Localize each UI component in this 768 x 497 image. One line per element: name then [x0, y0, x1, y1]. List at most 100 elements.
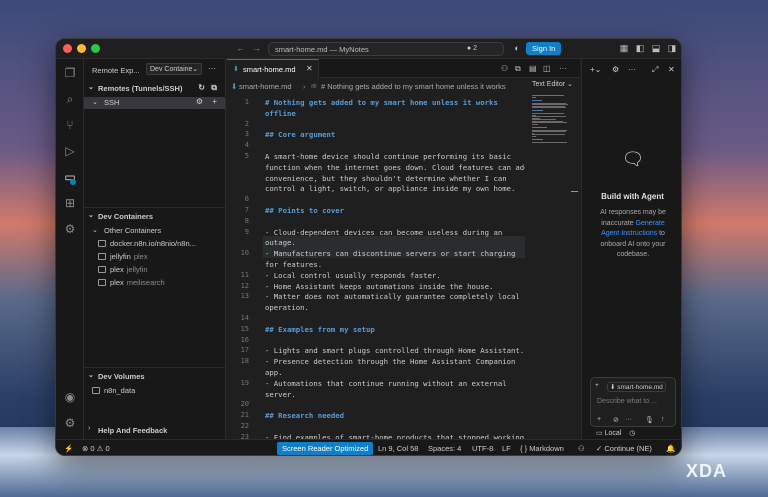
tools-icon[interactable]: ⊘: [613, 416, 619, 424]
code-line[interactable]: function when the internet goes down. Cl…: [265, 163, 525, 172]
container-item[interactable]: plex jellyfin: [84, 264, 225, 276]
toggle-view-icon[interactable]: ▤: [529, 64, 537, 73]
container-item[interactable]: docker.n8n.io/n8nio/n8n...: [84, 238, 225, 250]
section-help[interactable]: › Help And Feedback: [84, 425, 225, 437]
chat-input-box[interactable]: + ⬇ smart-home.md Describe what to ... +…: [590, 377, 676, 427]
code-line[interactable]: - Local control usually responds faster.: [265, 271, 525, 280]
code-line[interactable]: server.: [265, 390, 525, 399]
explorer-icon[interactable]: ❐: [62, 65, 78, 81]
remote-indicator-icon[interactable]: ⚡: [64, 444, 73, 453]
tab-smart-home-md[interactable]: ⬇ smart-home.md ✕: [227, 59, 319, 78]
toggle-sidebar-icon[interactable]: ◧: [635, 43, 645, 53]
copilot-status-icon[interactable]: ⚇: [578, 444, 585, 453]
code-line[interactable]: - Automations that continue running with…: [265, 379, 525, 388]
source-control-icon[interactable]: ⑂: [62, 117, 78, 133]
code-line[interactable]: offline: [265, 109, 525, 118]
language-mode[interactable]: { } Markdown: [520, 444, 564, 453]
manage-gear-icon[interactable]: ⚙: [62, 415, 78, 431]
split-editor-icon[interactable]: ◫: [543, 64, 551, 73]
account-icon[interactable]: ◉: [62, 389, 78, 405]
code-line[interactable]: - Matter does not automatically guarante…: [265, 292, 525, 301]
more-actions-icon[interactable]: ···: [559, 64, 567, 73]
forward-arrow-icon[interactable]: →: [252, 43, 261, 53]
extensions-icon[interactable]: ⊞: [62, 195, 78, 211]
problems-indicator[interactable]: ⊗ 0 ⚠ 0: [82, 444, 110, 453]
close-icon[interactable]: ✕: [668, 65, 675, 74]
maximize-icon[interactable]: ⤢: [652, 65, 658, 75]
add-icon[interactable]: +: [597, 416, 601, 423]
continue-status[interactable]: ✓ Continue (NE): [596, 444, 652, 453]
screen-reader-button[interactable]: Screen Reader Optimized: [277, 442, 374, 455]
more-actions-icon[interactable]: ···: [625, 416, 632, 423]
code-content[interactable]: 1 # Nothing gets added to my smart home u…: [227, 94, 525, 439]
breadcrumb-file[interactable]: smart-home.md: [239, 82, 292, 91]
tree-item-ssh[interactable]: ⌄ SSH ⚙ +: [84, 97, 225, 109]
breadcrumb-heading[interactable]: # Nothing gets added to my smart home un…: [321, 82, 529, 91]
back-arrow-icon[interactable]: ←: [236, 43, 245, 53]
toggle-panel-icon[interactable]: ⬓: [651, 43, 661, 53]
code-line[interactable]: for features.: [265, 260, 525, 269]
toggle-secondary-sidebar-icon[interactable]: ◨: [667, 43, 677, 53]
session-target[interactable]: ▭ Local ◷: [596, 429, 635, 437]
indentation[interactable]: Spaces: 4: [428, 444, 461, 453]
gear-icon[interactable]: ⚙: [612, 65, 619, 74]
code-line[interactable]: ## Research needed: [265, 411, 525, 420]
code-line[interactable]: outage.: [265, 238, 525, 247]
layout-icon[interactable]: ▦: [619, 43, 629, 53]
context-chip[interactable]: + ⬇ smart-home.md: [595, 382, 671, 393]
run-debug-icon[interactable]: ▷: [62, 143, 78, 159]
new-chat-icon[interactable]: +⌄: [590, 65, 601, 74]
add-context-icon[interactable]: +: [595, 382, 599, 389]
container-item[interactable]: jellyfin plex: [84, 251, 225, 263]
code-line[interactable]: - Home Assistant keeps automations insid…: [265, 282, 525, 291]
copilot-icon[interactable]: ◐: [512, 43, 522, 53]
command-center[interactable]: smart-home.md — MyNotes ● 2 💬: [268, 42, 504, 56]
code-line[interactable]: # Nothing gets added to my smart home un…: [265, 98, 525, 107]
open-preview-icon[interactable]: ⧉: [515, 64, 521, 74]
code-line[interactable]: - Cloud-dependent devices can become use…: [265, 228, 525, 237]
code-line[interactable]: ## Examples from my setup: [265, 325, 525, 334]
add-icon[interactable]: +: [212, 97, 217, 106]
cursor-position[interactable]: Ln 9, Col 58: [378, 444, 418, 453]
minimap[interactable]: [532, 95, 570, 145]
close-window-button[interactable]: [63, 44, 72, 53]
text-editor-toggle[interactable]: Text Editor ⌄: [532, 80, 573, 88]
section-dev-volumes[interactable]: ⌄ Dev Volumes: [84, 371, 225, 383]
history-icon[interactable]: ◷: [629, 430, 635, 437]
encoding[interactable]: UTF-8: [472, 444, 493, 453]
context-file-chip[interactable]: ⬇ smart-home.md: [607, 382, 666, 392]
container-item[interactable]: plex meilisearch: [84, 277, 225, 289]
end-of-line[interactable]: LF: [502, 444, 511, 453]
microphone-icon[interactable]: 🎙: [645, 416, 654, 424]
new-window-icon[interactable]: ⧉: [211, 83, 217, 93]
code-line[interactable]: - Presence detection through the Home As…: [265, 357, 525, 366]
gear-icon[interactable]: ⚙: [196, 97, 203, 106]
section-remotes[interactable]: ⌄ Remotes (Tunnels/SSH) ↻ ⧉: [84, 83, 225, 95]
code-line[interactable]: A smart-home device should continue perf…: [265, 152, 525, 161]
more-actions-icon[interactable]: ···: [628, 65, 636, 74]
remote-type-select[interactable]: Dev Containe ⌄: [146, 63, 202, 75]
code-line[interactable]: - Manufacturers can discontinue servers …: [265, 249, 525, 258]
notifications-bell-icon[interactable]: 🔔: [666, 444, 675, 453]
code-line[interactable]: convenience, but they shouldn't determin…: [265, 174, 525, 183]
docker-icon[interactable]: ⚙: [62, 221, 78, 237]
code-line[interactable]: ## Core argument: [265, 130, 525, 139]
tree-item-other-containers[interactable]: ⌄ Other Containers: [84, 225, 225, 237]
minimize-window-button[interactable]: [77, 44, 86, 53]
send-icon[interactable]: ↑: [661, 416, 665, 423]
close-icon[interactable]: ✕: [306, 64, 313, 73]
code-line[interactable]: operation.: [265, 303, 525, 312]
search-icon[interactable]: ⌕: [62, 91, 78, 107]
sign-in-button[interactable]: Sign In: [526, 42, 562, 55]
code-line[interactable]: - Lights and smart plugs controlled thro…: [265, 346, 525, 355]
chat-input-placeholder[interactable]: Describe what to ...: [597, 398, 657, 405]
refresh-icon[interactable]: ↻: [198, 83, 205, 92]
volume-item[interactable]: n8n_data: [84, 385, 225, 397]
code-line[interactable]: ## Points to cover: [265, 206, 525, 215]
copilot-icon[interactable]: ⚇: [501, 64, 508, 73]
code-line[interactable]: control a light, switch, or appliance in…: [265, 184, 525, 193]
more-actions-icon[interactable]: ···: [208, 64, 216, 73]
code-line[interactable]: app.: [265, 368, 525, 377]
maximize-window-button[interactable]: [91, 44, 100, 53]
section-dev-containers[interactable]: ⌄ Dev Containers: [84, 211, 225, 223]
